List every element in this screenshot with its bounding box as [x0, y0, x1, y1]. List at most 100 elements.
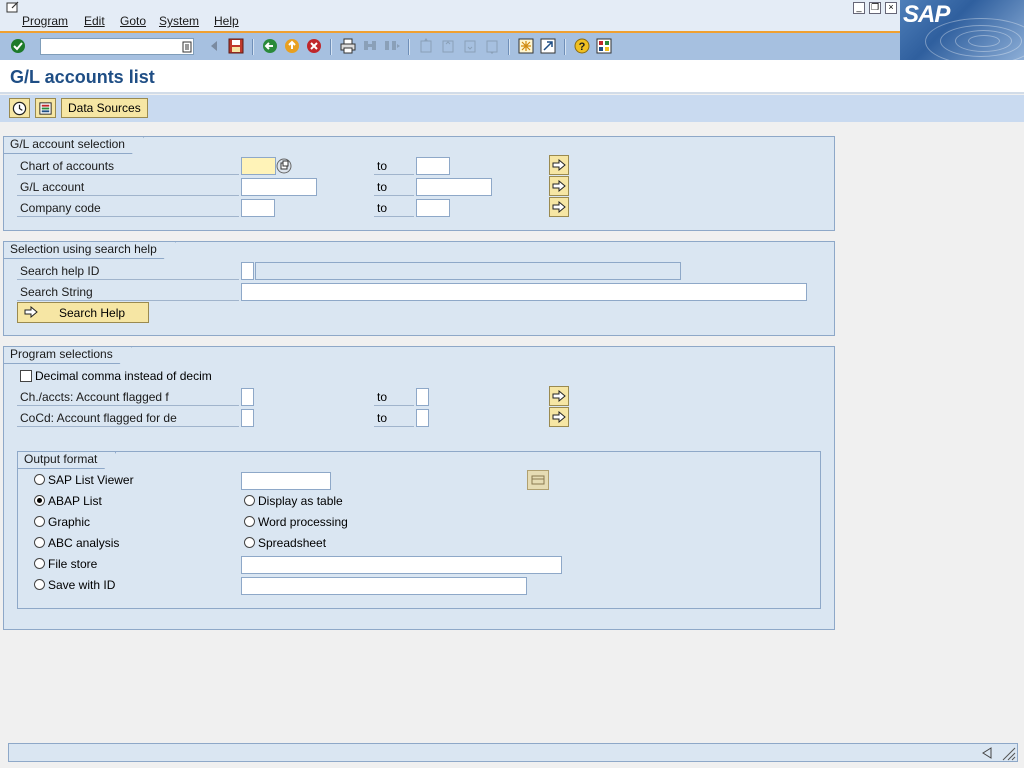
- page-title: G/L accounts list: [10, 67, 155, 87]
- search-help-id-label: Search help ID: [17, 262, 239, 280]
- abc-analysis-radio[interactable]: [34, 537, 45, 548]
- group-title: Output format: [18, 452, 116, 469]
- search-help-description-field: [255, 262, 681, 280]
- arrow-right-icon: [552, 411, 566, 423]
- toolbar-separator: [408, 39, 410, 55]
- abc-analysis-label: ABC analysis: [48, 536, 120, 550]
- company-code-label: Company code: [17, 199, 239, 217]
- status-expand-icon[interactable]: [981, 747, 993, 759]
- back-icon[interactable]: [262, 38, 278, 54]
- sap-list-viewer-radio[interactable]: [34, 474, 45, 485]
- abap-list-radio[interactable]: [34, 495, 45, 506]
- menu-goto[interactable]: Goto: [120, 14, 146, 28]
- cocd-account-flagged-multiple-selection-button[interactable]: [549, 407, 569, 427]
- status-bar: [8, 743, 1018, 762]
- previous-page-icon: [440, 38, 456, 54]
- cocd-account-flagged-label: CoCd: Account flagged for de: [17, 409, 239, 427]
- save-with-id-input[interactable]: [241, 577, 527, 595]
- minimize-icon[interactable]: _: [853, 2, 865, 14]
- chart-accounts-flagged-label: Ch./accts: Account flagged f: [17, 388, 239, 406]
- spreadsheet-label: Spreadsheet: [258, 536, 327, 550]
- spreadsheet-radio[interactable]: [244, 537, 255, 548]
- group-title: Program selections: [4, 347, 132, 364]
- arrow-right-icon: [552, 159, 566, 171]
- word-processing-radio[interactable]: [244, 516, 255, 527]
- next-page-icon: [462, 38, 478, 54]
- layout-select-button: [527, 470, 549, 490]
- arrow-right-icon: [552, 180, 566, 192]
- chart-of-accounts-to-label: to: [374, 157, 414, 175]
- search-string-input[interactable]: [241, 283, 807, 301]
- command-history-icon[interactable]: [182, 41, 192, 53]
- execute-clock-icon: [12, 101, 27, 115]
- save-with-id-label: Save with ID: [48, 578, 116, 592]
- app-menu-icon[interactable]: [6, 1, 20, 13]
- variant-icon: [39, 101, 52, 115]
- save-icon[interactable]: [228, 38, 244, 54]
- gl-account-label: G/L account: [17, 178, 239, 196]
- sap-list-viewer-label: SAP List Viewer: [48, 473, 134, 487]
- search-help-button[interactable]: Search Help: [17, 302, 149, 323]
- chart-of-accounts-to-input[interactable]: [416, 157, 450, 175]
- file-store-label: File store: [48, 557, 98, 571]
- cancel-icon[interactable]: [306, 38, 322, 54]
- print-icon[interactable]: [340, 38, 356, 54]
- last-page-icon: [484, 38, 500, 54]
- close-window-icon[interactable]: ×: [885, 2, 897, 14]
- gl-account-to-input[interactable]: [416, 178, 492, 196]
- get-variant-button[interactable]: [35, 98, 56, 118]
- svg-text:?: ?: [579, 41, 586, 53]
- command-field[interactable]: [40, 38, 194, 55]
- create-shortcut-icon[interactable]: [540, 38, 556, 54]
- chart-of-accounts-from-input[interactable]: [241, 157, 276, 175]
- application-toolbar: Data Sources: [0, 95, 1024, 122]
- customize-layout-icon[interactable]: [596, 38, 612, 54]
- menu-system[interactable]: System: [159, 14, 199, 28]
- first-page-icon: [418, 38, 434, 54]
- enter-check-icon[interactable]: [10, 38, 26, 54]
- chart-accounts-flagged-from-input[interactable]: [241, 388, 254, 406]
- resize-grip-icon[interactable]: [1000, 745, 1016, 761]
- menu-program[interactable]: Program: [22, 14, 68, 28]
- company-code-from-input[interactable]: [241, 199, 275, 217]
- find-next-icon: [384, 38, 400, 54]
- menu-edit[interactable]: Edit: [84, 14, 105, 28]
- menu-bar: Program Edit Goto System Help _ ❐ ×: [0, 0, 1024, 31]
- chart-accounts-flagged-to-label: to: [374, 388, 414, 406]
- company-code-to-label: to: [374, 199, 414, 217]
- possible-entries-icon[interactable]: [276, 158, 292, 174]
- execute-button[interactable]: [9, 98, 30, 118]
- company-code-multiple-selection-button[interactable]: [549, 197, 569, 217]
- company-code-to-input[interactable]: [416, 199, 450, 217]
- create-session-icon[interactable]: [518, 38, 534, 54]
- table-layout-icon: [531, 475, 545, 485]
- file-store-input[interactable]: [241, 556, 562, 574]
- gl-account-from-input[interactable]: [241, 178, 317, 196]
- help-icon[interactable]: ?: [574, 38, 590, 54]
- word-processing-label: Word processing: [258, 515, 348, 529]
- menu-help[interactable]: Help: [214, 14, 239, 28]
- file-store-radio[interactable]: [34, 558, 45, 569]
- chart-accounts-flagged-multiple-selection-button[interactable]: [549, 386, 569, 406]
- restore-icon[interactable]: ❐: [869, 2, 881, 14]
- chart-of-accounts-multiple-selection-button[interactable]: [549, 155, 569, 175]
- graphic-radio[interactable]: [34, 516, 45, 527]
- standard-toolbar: ?: [0, 31, 900, 60]
- save-with-id-radio[interactable]: [34, 579, 45, 590]
- chart-accounts-flagged-to-input[interactable]: [416, 388, 429, 406]
- decimal-comma-checkbox[interactable]: [20, 370, 32, 382]
- find-icon: [362, 38, 378, 54]
- toolbar-separator: [508, 39, 510, 55]
- sap-logo: SAP: [900, 0, 1024, 62]
- gl-account-multiple-selection-button[interactable]: [549, 176, 569, 196]
- exit-icon[interactable]: [284, 38, 300, 54]
- display-as-table-radio[interactable]: [244, 495, 255, 506]
- toolbar-separator: [252, 39, 254, 55]
- cocd-account-flagged-to-input[interactable]: [416, 409, 429, 427]
- toolbar-separator: [330, 39, 332, 55]
- expand-command-icon[interactable]: [206, 38, 222, 54]
- cocd-account-flagged-from-input[interactable]: [241, 409, 254, 427]
- search-help-id-input[interactable]: [241, 262, 254, 280]
- data-sources-button[interactable]: Data Sources: [61, 98, 148, 118]
- alv-layout-input[interactable]: [241, 472, 331, 490]
